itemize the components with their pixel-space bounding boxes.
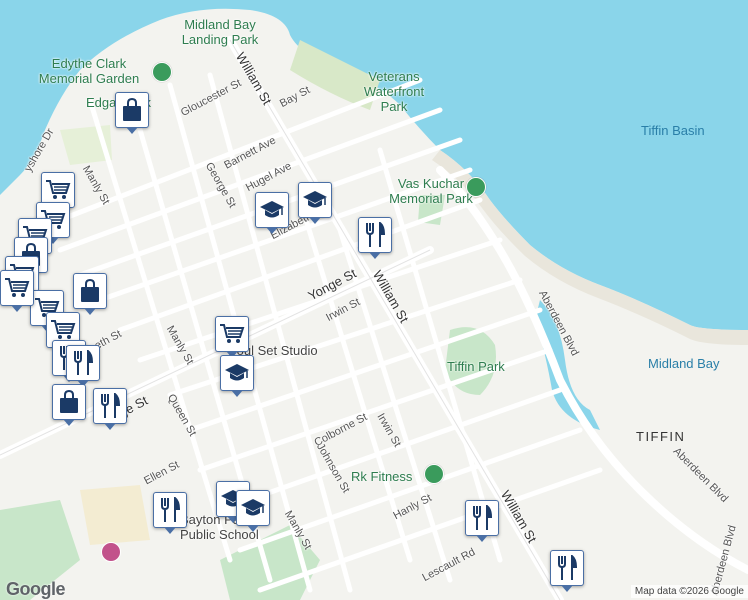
restaurant-icon bbox=[364, 222, 386, 248]
water-inlet bbox=[535, 300, 600, 430]
map-marker[interactable] bbox=[66, 345, 100, 387]
restaurant-icon bbox=[556, 555, 578, 581]
water-label-midland-bay: Midland Bay bbox=[648, 356, 720, 371]
museum-icon[interactable] bbox=[101, 542, 121, 562]
map-marker[interactable] bbox=[115, 92, 149, 134]
map-marker[interactable] bbox=[236, 490, 270, 532]
map-marker[interactable] bbox=[465, 500, 499, 542]
map-marker[interactable] bbox=[0, 270, 34, 312]
map-marker[interactable] bbox=[215, 316, 249, 358]
school-icon bbox=[224, 362, 250, 384]
school-icon bbox=[302, 189, 328, 211]
shopping-cart-icon bbox=[50, 319, 76, 341]
map-marker[interactable] bbox=[550, 550, 584, 592]
park-label-veterans-waterfront[interactable]: Veterans Waterfront Park bbox=[354, 69, 434, 114]
park-area bbox=[80, 485, 150, 545]
map-marker[interactable] bbox=[73, 273, 107, 315]
map-marker[interactable] bbox=[52, 384, 86, 426]
park-label-vas-kuchar[interactable]: Vas Kuchar Memorial Park bbox=[388, 176, 474, 206]
place-label-rk-fitness[interactable]: Rk Fitness bbox=[351, 470, 412, 483]
map-marker[interactable] bbox=[255, 192, 289, 234]
map-canvas[interactable]: Tiffin Basin Midland Bay TIFFIN Midland … bbox=[0, 0, 748, 600]
school-icon bbox=[240, 497, 266, 519]
restaurant-icon bbox=[72, 350, 94, 376]
park-label-tiffin[interactable]: Tiffin Park bbox=[447, 360, 505, 373]
park-label-edythe-clark[interactable]: Edythe Clark Memorial Garden bbox=[34, 56, 144, 86]
fitness-icon[interactable] bbox=[424, 464, 444, 484]
park-icon[interactable] bbox=[152, 62, 172, 82]
park-icon[interactable] bbox=[466, 177, 486, 197]
water-label-tiffin-basin: Tiffin Basin bbox=[641, 123, 705, 138]
shopping-cart-icon bbox=[219, 323, 245, 345]
map-marker[interactable] bbox=[220, 355, 254, 397]
park-label-midland-bay-landing[interactable]: Midland Bay Landing Park bbox=[160, 17, 280, 47]
map-marker[interactable] bbox=[93, 388, 127, 430]
map-attribution[interactable]: Map data ©2026 Google bbox=[630, 585, 748, 598]
restaurant-icon bbox=[471, 505, 493, 531]
shopping-cart-icon bbox=[4, 277, 30, 299]
shopping-bag-icon bbox=[121, 98, 143, 122]
google-logo[interactable]: Google bbox=[6, 579, 66, 600]
map-marker[interactable] bbox=[298, 182, 332, 224]
shopping-bag-icon bbox=[58, 390, 80, 414]
map-marker[interactable] bbox=[358, 217, 392, 259]
shopping-bag-icon bbox=[79, 279, 101, 303]
restaurant-icon bbox=[99, 393, 121, 419]
area-label-tiffin: TIFFIN bbox=[636, 429, 686, 444]
school-icon bbox=[259, 199, 285, 221]
restaurant-icon bbox=[159, 497, 181, 523]
map-marker[interactable] bbox=[153, 492, 187, 534]
shopping-cart-icon bbox=[45, 179, 71, 201]
